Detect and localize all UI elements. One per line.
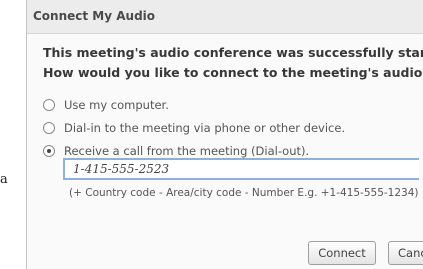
dial-out-label[interactable]: Receive a call from the meeting (Dial-ou… bbox=[64, 144, 309, 158]
dialog-prompt: This meeting's audio conference was succ… bbox=[43, 43, 423, 83]
phone-format-hint: (+ Country code - Area/city code - Numbe… bbox=[69, 187, 419, 199]
dial-in-label[interactable]: Dial-in to the meeting via phone or othe… bbox=[64, 121, 345, 135]
prompt-line-1: This meeting's audio conference was succ… bbox=[43, 45, 423, 60]
screenshot-stage: a Connect My Audio This meeting's audio … bbox=[0, 0, 423, 269]
prompt-line-2: How would you like to connect to the mee… bbox=[43, 65, 423, 80]
dial-out-radio[interactable] bbox=[43, 145, 55, 157]
dial-in-radio[interactable] bbox=[43, 122, 55, 134]
connect-audio-dialog: Connect My Audio This meeting's audio co… bbox=[26, 0, 423, 269]
use-computer-radio[interactable] bbox=[43, 99, 55, 111]
option-use-computer[interactable]: Use my computer. bbox=[43, 95, 345, 115]
background-text-fragment: a bbox=[0, 172, 8, 187]
dialog-titlebar[interactable]: Connect My Audio bbox=[27, 0, 423, 34]
use-computer-label[interactable]: Use my computer. bbox=[64, 98, 169, 112]
option-dial-in[interactable]: Dial-in to the meeting via phone or othe… bbox=[43, 118, 345, 138]
connect-button[interactable]: Connect bbox=[308, 241, 376, 265]
dialog-title: Connect My Audio bbox=[33, 9, 156, 23]
audio-options-group: Use my computer. Dial-in to the meeting … bbox=[43, 95, 345, 164]
cancel-button[interactable]: Cancel bbox=[388, 241, 423, 265]
phone-number-input[interactable] bbox=[63, 158, 419, 180]
